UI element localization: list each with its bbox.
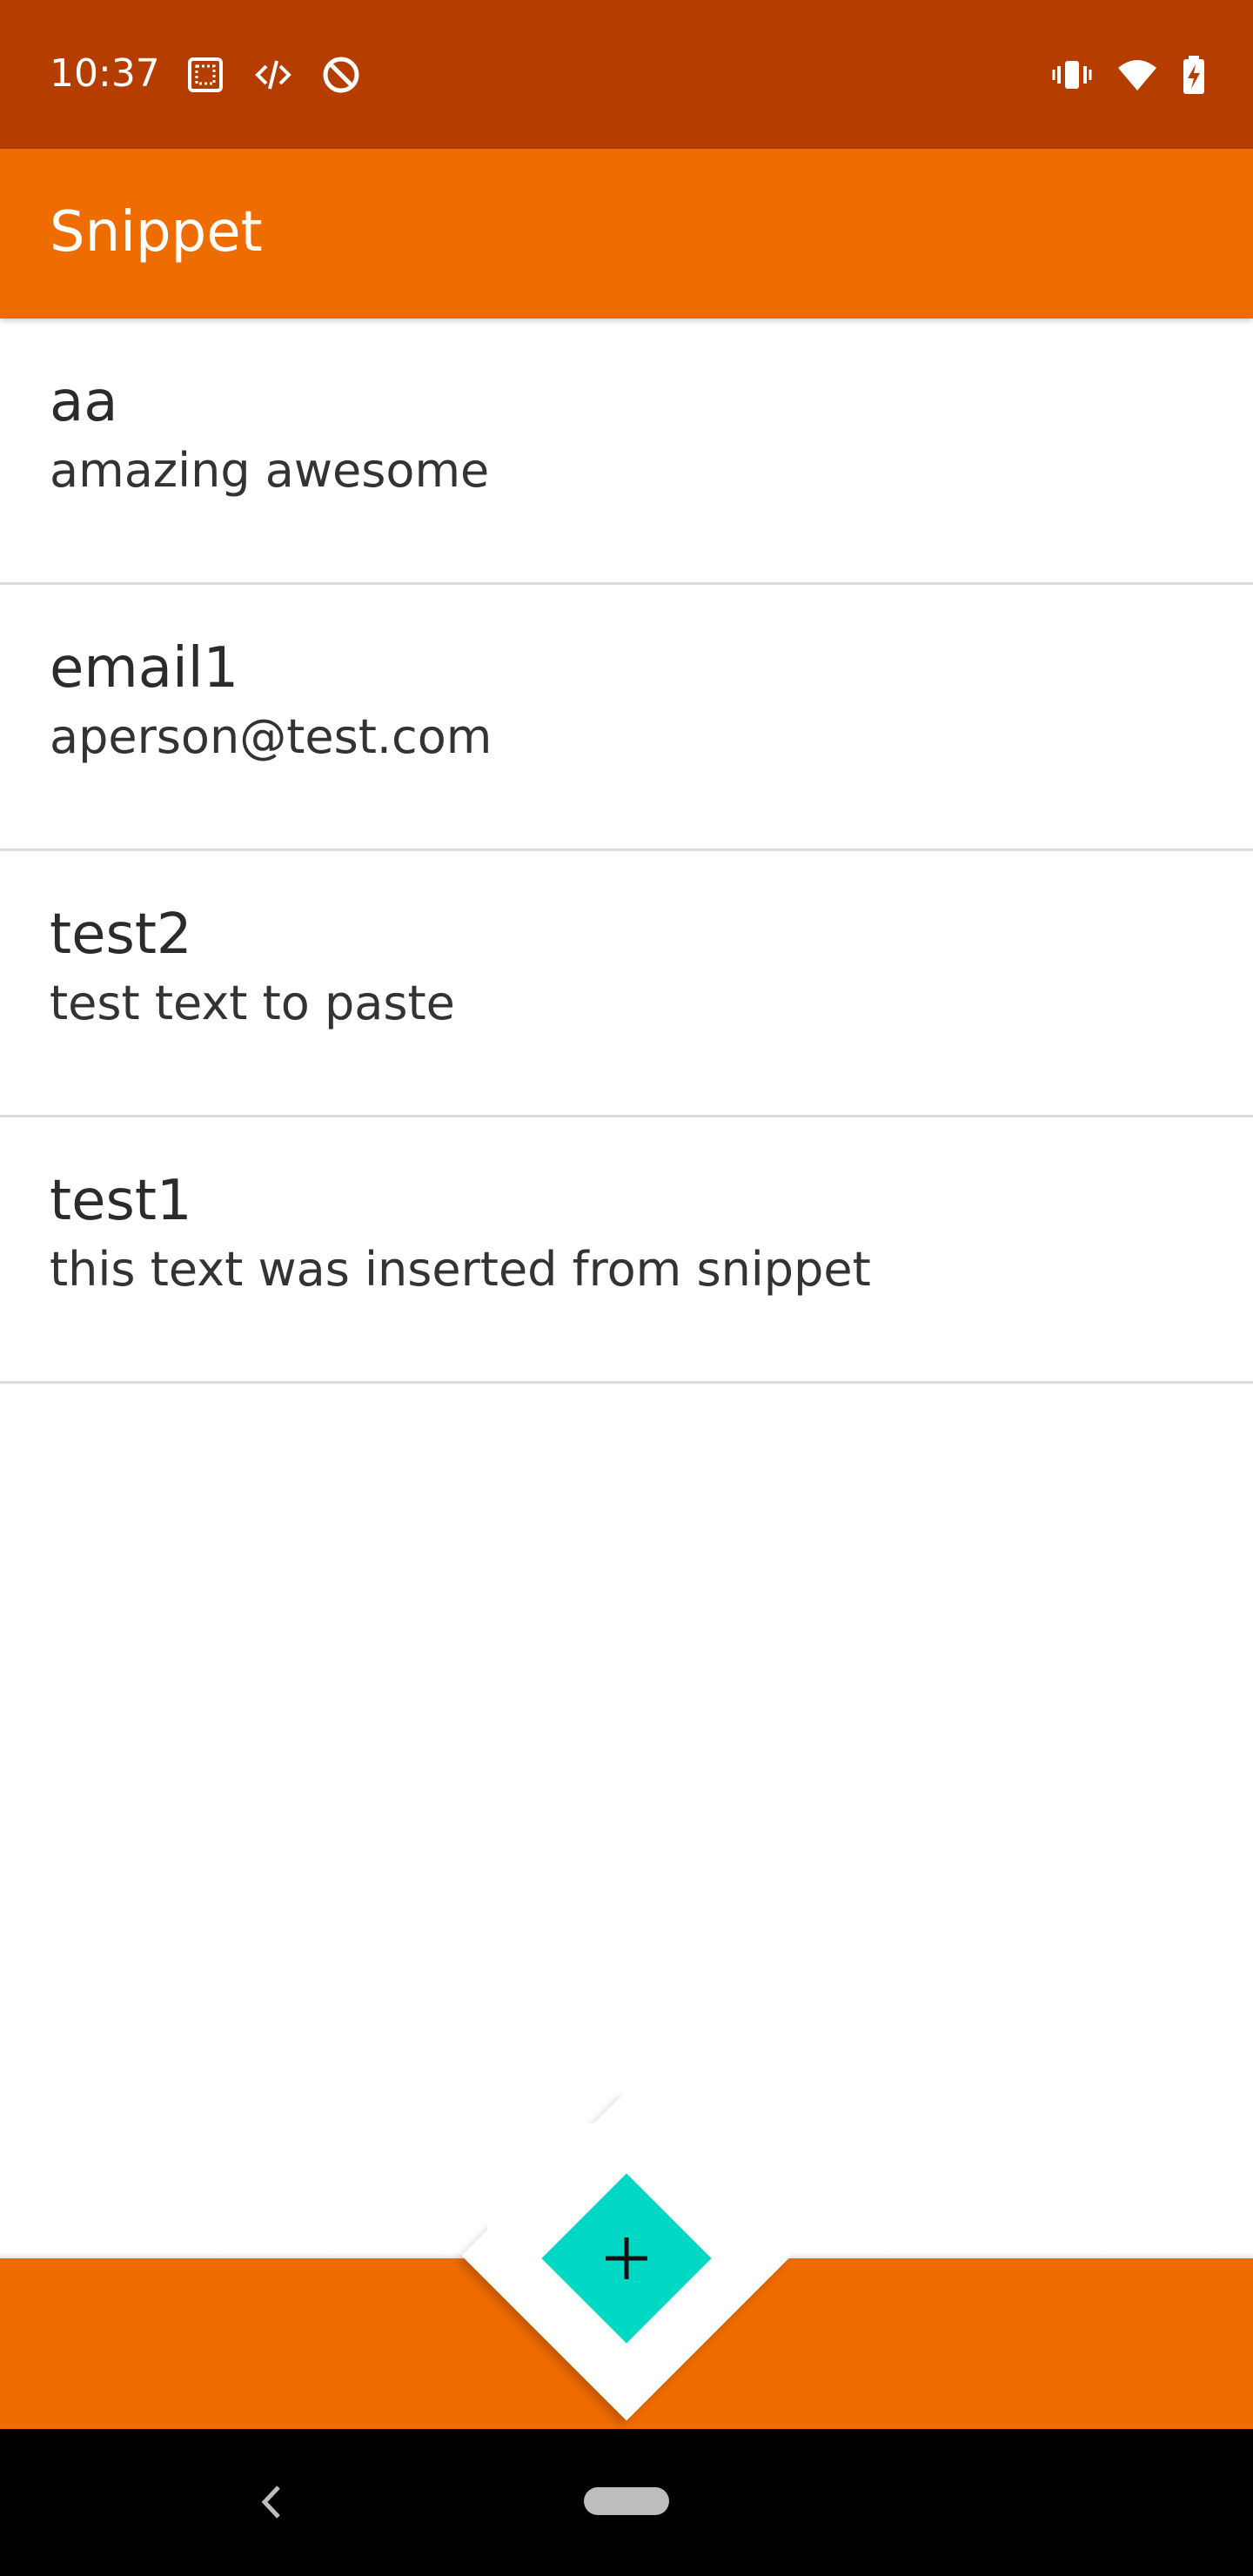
list-item[interactable]: test1 this text was inserted from snippe… (0, 1117, 1253, 1384)
snippet-text: amazing awesome (50, 443, 490, 498)
snippet-title: test2 (50, 902, 192, 967)
list-item[interactable]: email1 aperson@test.com (0, 585, 1253, 851)
back-chevron-icon[interactable] (252, 2480, 291, 2524)
snippet-text: test text to paste (50, 976, 455, 1030)
vibrate-icon (1051, 54, 1093, 96)
battery-charging-icon (1173, 54, 1215, 96)
add-snippet-button[interactable] (541, 2173, 712, 2344)
snippet-list: aa amazing awesome email1 aperson@test.c… (0, 319, 1253, 1384)
app-title: Snippet (50, 200, 263, 265)
screenshot-icon (184, 54, 226, 96)
snippet-text: aperson@test.com (50, 709, 492, 764)
snippet-title: aa (50, 370, 118, 434)
home-pill-icon[interactable] (584, 2487, 669, 2515)
plus-icon (541, 2173, 712, 2344)
status-bar: 10:37 (0, 0, 1253, 149)
screen: 10:37 Snippet aa amazing awesome email1 … (0, 0, 1253, 2576)
no-disturb-icon (320, 54, 362, 96)
snippet-title: test1 (50, 1169, 192, 1233)
wifi-icon (1116, 54, 1158, 96)
snippet-title: email1 (50, 636, 239, 701)
app-bar: Snippet (0, 149, 1253, 319)
snippet-text: this text was inserted from snippet (50, 1242, 871, 1297)
status-time: 10:37 (50, 51, 160, 96)
list-item[interactable]: test2 test text to paste (0, 851, 1253, 1117)
list-item[interactable]: aa amazing awesome (0, 319, 1253, 585)
dev-tools-icon (252, 54, 294, 96)
